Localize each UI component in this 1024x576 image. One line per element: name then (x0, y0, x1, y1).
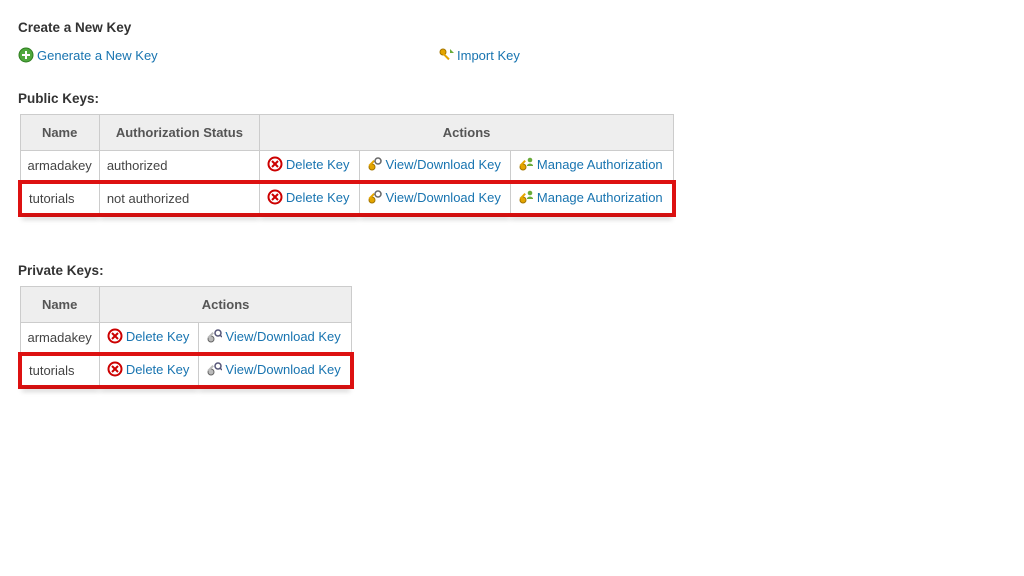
delete-key-link[interactable]: Delete Key (267, 156, 350, 172)
private-keys-table: Name Actions armadakey Delete Key View/Dow… (18, 286, 354, 389)
generate-new-key-label: Generate a New Key (37, 48, 158, 63)
public-row-auth-status: not authorized (99, 182, 259, 215)
table-row: armadakeyauthorized Delete Key View/Downlo… (20, 151, 674, 183)
public-col-name: Name (20, 115, 99, 151)
public-keys-table: Name Authorization Status Actions armada… (18, 114, 676, 217)
key-view-icon (367, 156, 383, 172)
public-row-name: armadakey (20, 151, 99, 183)
public-col-actions: Actions (259, 115, 673, 151)
delete-key-label: Delete Key (126, 329, 190, 344)
manage-authorization-link[interactable]: Manage Authorization (518, 189, 663, 205)
create-key-heading: Create a New Key (18, 20, 1006, 35)
delete-icon (107, 361, 123, 377)
key-view-icon (367, 189, 383, 205)
table-row: tutorials Delete Key View/Download Key (20, 354, 352, 387)
public-row-manage-cell: Manage Authorization (510, 151, 673, 183)
key-user-icon (518, 156, 534, 172)
import-key-link[interactable]: Import Key (438, 47, 520, 63)
delete-icon (267, 189, 283, 205)
private-row-delete-cell: Delete Key (99, 323, 199, 355)
delete-icon (267, 156, 283, 172)
public-row-view-cell: View/Download Key (359, 182, 510, 215)
view-download-key-link[interactable]: View/Download Key (367, 156, 501, 172)
view-download-key-label: View/Download Key (386, 190, 501, 205)
private-row-name: armadakey (20, 323, 99, 355)
private-row-name: tutorials (20, 354, 99, 387)
manage-authorization-link[interactable]: Manage Authorization (518, 156, 663, 172)
public-row-view-cell: View/Download Key (359, 151, 510, 183)
private-row-delete-cell: Delete Key (99, 354, 199, 387)
manage-authorization-label: Manage Authorization (537, 190, 663, 205)
table-row: armadakey Delete Key View/Download Key (20, 323, 352, 355)
delete-key-label: Delete Key (286, 157, 350, 172)
public-row-name: tutorials (20, 182, 99, 215)
view-download-key-link[interactable]: View/Download Key (367, 189, 501, 205)
generate-new-key-link[interactable]: Generate a New Key (18, 47, 158, 63)
delete-icon (107, 328, 123, 344)
private-key-view-icon (206, 328, 222, 344)
key-import-icon (438, 47, 454, 63)
private-row-view-cell: View/Download Key (199, 354, 352, 387)
public-row-delete-cell: Delete Key (259, 182, 359, 215)
public-keys-heading: Public Keys: (18, 91, 1006, 106)
view-download-key-label: View/Download Key (225, 362, 340, 377)
plus-circle-icon (18, 47, 34, 63)
view-download-key-label: View/Download Key (225, 329, 340, 344)
delete-key-link[interactable]: Delete Key (267, 189, 350, 205)
private-keys-heading: Private Keys: (18, 263, 1006, 278)
manage-authorization-label: Manage Authorization (537, 157, 663, 172)
table-row: tutorialsnot authorized Delete Key View/Do… (20, 182, 674, 215)
public-row-auth-status: authorized (99, 151, 259, 183)
delete-key-label: Delete Key (126, 362, 190, 377)
private-col-actions: Actions (99, 287, 351, 323)
import-key-label: Import Key (457, 48, 520, 63)
public-row-delete-cell: Delete Key (259, 151, 359, 183)
delete-key-link[interactable]: Delete Key (107, 328, 190, 344)
key-user-icon (518, 189, 534, 205)
view-download-key-link[interactable]: View/Download Key (206, 328, 340, 344)
view-download-key-label: View/Download Key (386, 157, 501, 172)
delete-key-link[interactable]: Delete Key (107, 361, 190, 377)
private-row-view-cell: View/Download Key (199, 323, 352, 355)
public-row-manage-cell: Manage Authorization (510, 182, 673, 215)
private-col-name: Name (20, 287, 99, 323)
public-col-auth: Authorization Status (99, 115, 259, 151)
private-key-view-icon (206, 361, 222, 377)
view-download-key-link[interactable]: View/Download Key (206, 361, 340, 377)
delete-key-label: Delete Key (286, 190, 350, 205)
